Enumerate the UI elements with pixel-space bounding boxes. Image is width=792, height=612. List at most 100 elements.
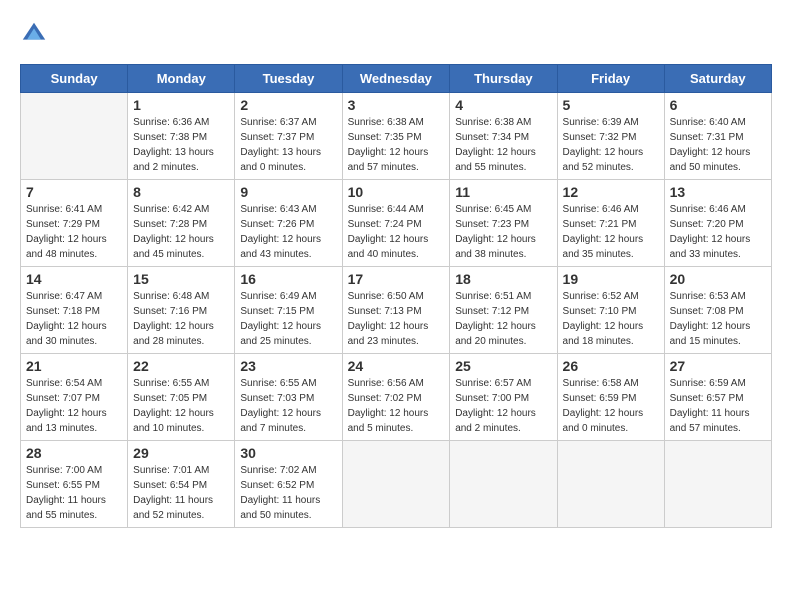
calendar: SundayMondayTuesdayWednesdayThursdayFrid… bbox=[20, 64, 772, 528]
day-info: Sunrise: 6:54 AM Sunset: 7:07 PM Dayligh… bbox=[26, 376, 122, 436]
calendar-cell: 27 Sunrise: 6:59 AM Sunset: 6:57 PM Dayl… bbox=[664, 354, 771, 441]
day-number: 4 bbox=[455, 97, 551, 113]
day-info: Sunrise: 6:39 AM Sunset: 7:32 PM Dayligh… bbox=[563, 115, 659, 175]
weekday-header: Sunday bbox=[21, 65, 128, 93]
weekday-header: Wednesday bbox=[342, 65, 450, 93]
calendar-cell: 18 Sunrise: 6:51 AM Sunset: 7:12 PM Dayl… bbox=[450, 267, 557, 354]
day-number: 14 bbox=[26, 271, 122, 287]
day-info: Sunrise: 6:38 AM Sunset: 7:34 PM Dayligh… bbox=[455, 115, 551, 175]
weekday-row: SundayMondayTuesdayWednesdayThursdayFrid… bbox=[21, 65, 772, 93]
day-number: 11 bbox=[455, 184, 551, 200]
day-number: 17 bbox=[348, 271, 445, 287]
day-info: Sunrise: 7:01 AM Sunset: 6:54 PM Dayligh… bbox=[133, 463, 229, 523]
day-number: 25 bbox=[455, 358, 551, 374]
calendar-cell: 2 Sunrise: 6:37 AM Sunset: 7:37 PM Dayli… bbox=[235, 93, 342, 180]
calendar-week: 14 Sunrise: 6:47 AM Sunset: 7:18 PM Dayl… bbox=[21, 267, 772, 354]
calendar-cell: 6 Sunrise: 6:40 AM Sunset: 7:31 PM Dayli… bbox=[664, 93, 771, 180]
day-info: Sunrise: 6:50 AM Sunset: 7:13 PM Dayligh… bbox=[348, 289, 445, 349]
calendar-week: 21 Sunrise: 6:54 AM Sunset: 7:07 PM Dayl… bbox=[21, 354, 772, 441]
day-number: 1 bbox=[133, 97, 229, 113]
calendar-cell: 8 Sunrise: 6:42 AM Sunset: 7:28 PM Dayli… bbox=[128, 180, 235, 267]
calendar-cell bbox=[21, 93, 128, 180]
day-info: Sunrise: 6:59 AM Sunset: 6:57 PM Dayligh… bbox=[670, 376, 766, 436]
day-info: Sunrise: 6:40 AM Sunset: 7:31 PM Dayligh… bbox=[670, 115, 766, 175]
logo-icon bbox=[20, 20, 48, 48]
calendar-cell: 20 Sunrise: 6:53 AM Sunset: 7:08 PM Dayl… bbox=[664, 267, 771, 354]
calendar-cell: 1 Sunrise: 6:36 AM Sunset: 7:38 PM Dayli… bbox=[128, 93, 235, 180]
day-number: 19 bbox=[563, 271, 659, 287]
day-info: Sunrise: 6:44 AM Sunset: 7:24 PM Dayligh… bbox=[348, 202, 445, 262]
day-number: 16 bbox=[240, 271, 336, 287]
calendar-cell: 15 Sunrise: 6:48 AM Sunset: 7:16 PM Dayl… bbox=[128, 267, 235, 354]
calendar-cell bbox=[664, 441, 771, 528]
day-number: 3 bbox=[348, 97, 445, 113]
day-number: 29 bbox=[133, 445, 229, 461]
day-info: Sunrise: 6:55 AM Sunset: 7:05 PM Dayligh… bbox=[133, 376, 229, 436]
logo bbox=[20, 20, 52, 48]
calendar-cell bbox=[450, 441, 557, 528]
day-number: 30 bbox=[240, 445, 336, 461]
day-number: 12 bbox=[563, 184, 659, 200]
calendar-cell: 21 Sunrise: 6:54 AM Sunset: 7:07 PM Dayl… bbox=[21, 354, 128, 441]
calendar-cell: 4 Sunrise: 6:38 AM Sunset: 7:34 PM Dayli… bbox=[450, 93, 557, 180]
day-number: 28 bbox=[26, 445, 122, 461]
day-number: 5 bbox=[563, 97, 659, 113]
day-number: 18 bbox=[455, 271, 551, 287]
calendar-week: 1 Sunrise: 6:36 AM Sunset: 7:38 PM Dayli… bbox=[21, 93, 772, 180]
weekday-header: Saturday bbox=[664, 65, 771, 93]
day-info: Sunrise: 6:38 AM Sunset: 7:35 PM Dayligh… bbox=[348, 115, 445, 175]
day-number: 8 bbox=[133, 184, 229, 200]
day-info: Sunrise: 7:02 AM Sunset: 6:52 PM Dayligh… bbox=[240, 463, 336, 523]
day-info: Sunrise: 6:45 AM Sunset: 7:23 PM Dayligh… bbox=[455, 202, 551, 262]
day-number: 7 bbox=[26, 184, 122, 200]
day-info: Sunrise: 7:00 AM Sunset: 6:55 PM Dayligh… bbox=[26, 463, 122, 523]
day-number: 10 bbox=[348, 184, 445, 200]
calendar-cell: 30 Sunrise: 7:02 AM Sunset: 6:52 PM Dayl… bbox=[235, 441, 342, 528]
calendar-cell: 3 Sunrise: 6:38 AM Sunset: 7:35 PM Dayli… bbox=[342, 93, 450, 180]
calendar-cell: 17 Sunrise: 6:50 AM Sunset: 7:13 PM Dayl… bbox=[342, 267, 450, 354]
calendar-cell: 12 Sunrise: 6:46 AM Sunset: 7:21 PM Dayl… bbox=[557, 180, 664, 267]
day-info: Sunrise: 6:37 AM Sunset: 7:37 PM Dayligh… bbox=[240, 115, 336, 175]
day-info: Sunrise: 6:48 AM Sunset: 7:16 PM Dayligh… bbox=[133, 289, 229, 349]
weekday-header: Friday bbox=[557, 65, 664, 93]
day-number: 26 bbox=[563, 358, 659, 374]
weekday-header: Tuesday bbox=[235, 65, 342, 93]
day-info: Sunrise: 6:47 AM Sunset: 7:18 PM Dayligh… bbox=[26, 289, 122, 349]
header bbox=[20, 20, 772, 48]
calendar-cell: 25 Sunrise: 6:57 AM Sunset: 7:00 PM Dayl… bbox=[450, 354, 557, 441]
page: SundayMondayTuesdayWednesdayThursdayFrid… bbox=[0, 0, 792, 538]
day-info: Sunrise: 6:49 AM Sunset: 7:15 PM Dayligh… bbox=[240, 289, 336, 349]
day-info: Sunrise: 6:57 AM Sunset: 7:00 PM Dayligh… bbox=[455, 376, 551, 436]
calendar-cell: 28 Sunrise: 7:00 AM Sunset: 6:55 PM Dayl… bbox=[21, 441, 128, 528]
calendar-cell: 24 Sunrise: 6:56 AM Sunset: 7:02 PM Dayl… bbox=[342, 354, 450, 441]
day-info: Sunrise: 6:43 AM Sunset: 7:26 PM Dayligh… bbox=[240, 202, 336, 262]
calendar-cell: 23 Sunrise: 6:55 AM Sunset: 7:03 PM Dayl… bbox=[235, 354, 342, 441]
day-info: Sunrise: 6:51 AM Sunset: 7:12 PM Dayligh… bbox=[455, 289, 551, 349]
calendar-cell: 29 Sunrise: 7:01 AM Sunset: 6:54 PM Dayl… bbox=[128, 441, 235, 528]
day-number: 20 bbox=[670, 271, 766, 287]
day-info: Sunrise: 6:42 AM Sunset: 7:28 PM Dayligh… bbox=[133, 202, 229, 262]
day-info: Sunrise: 6:58 AM Sunset: 6:59 PM Dayligh… bbox=[563, 376, 659, 436]
day-info: Sunrise: 6:52 AM Sunset: 7:10 PM Dayligh… bbox=[563, 289, 659, 349]
calendar-cell: 10 Sunrise: 6:44 AM Sunset: 7:24 PM Dayl… bbox=[342, 180, 450, 267]
calendar-cell: 14 Sunrise: 6:47 AM Sunset: 7:18 PM Dayl… bbox=[21, 267, 128, 354]
day-number: 22 bbox=[133, 358, 229, 374]
calendar-week: 7 Sunrise: 6:41 AM Sunset: 7:29 PM Dayli… bbox=[21, 180, 772, 267]
day-info: Sunrise: 6:53 AM Sunset: 7:08 PM Dayligh… bbox=[670, 289, 766, 349]
calendar-header: SundayMondayTuesdayWednesdayThursdayFrid… bbox=[21, 65, 772, 93]
calendar-cell bbox=[342, 441, 450, 528]
calendar-week: 28 Sunrise: 7:00 AM Sunset: 6:55 PM Dayl… bbox=[21, 441, 772, 528]
day-number: 27 bbox=[670, 358, 766, 374]
calendar-cell: 26 Sunrise: 6:58 AM Sunset: 6:59 PM Dayl… bbox=[557, 354, 664, 441]
day-info: Sunrise: 6:55 AM Sunset: 7:03 PM Dayligh… bbox=[240, 376, 336, 436]
calendar-cell: 19 Sunrise: 6:52 AM Sunset: 7:10 PM Dayl… bbox=[557, 267, 664, 354]
day-number: 9 bbox=[240, 184, 336, 200]
day-info: Sunrise: 6:41 AM Sunset: 7:29 PM Dayligh… bbox=[26, 202, 122, 262]
weekday-header: Monday bbox=[128, 65, 235, 93]
day-info: Sunrise: 6:46 AM Sunset: 7:21 PM Dayligh… bbox=[563, 202, 659, 262]
day-number: 23 bbox=[240, 358, 336, 374]
day-number: 13 bbox=[670, 184, 766, 200]
calendar-cell: 13 Sunrise: 6:46 AM Sunset: 7:20 PM Dayl… bbox=[664, 180, 771, 267]
day-number: 21 bbox=[26, 358, 122, 374]
calendar-cell: 9 Sunrise: 6:43 AM Sunset: 7:26 PM Dayli… bbox=[235, 180, 342, 267]
